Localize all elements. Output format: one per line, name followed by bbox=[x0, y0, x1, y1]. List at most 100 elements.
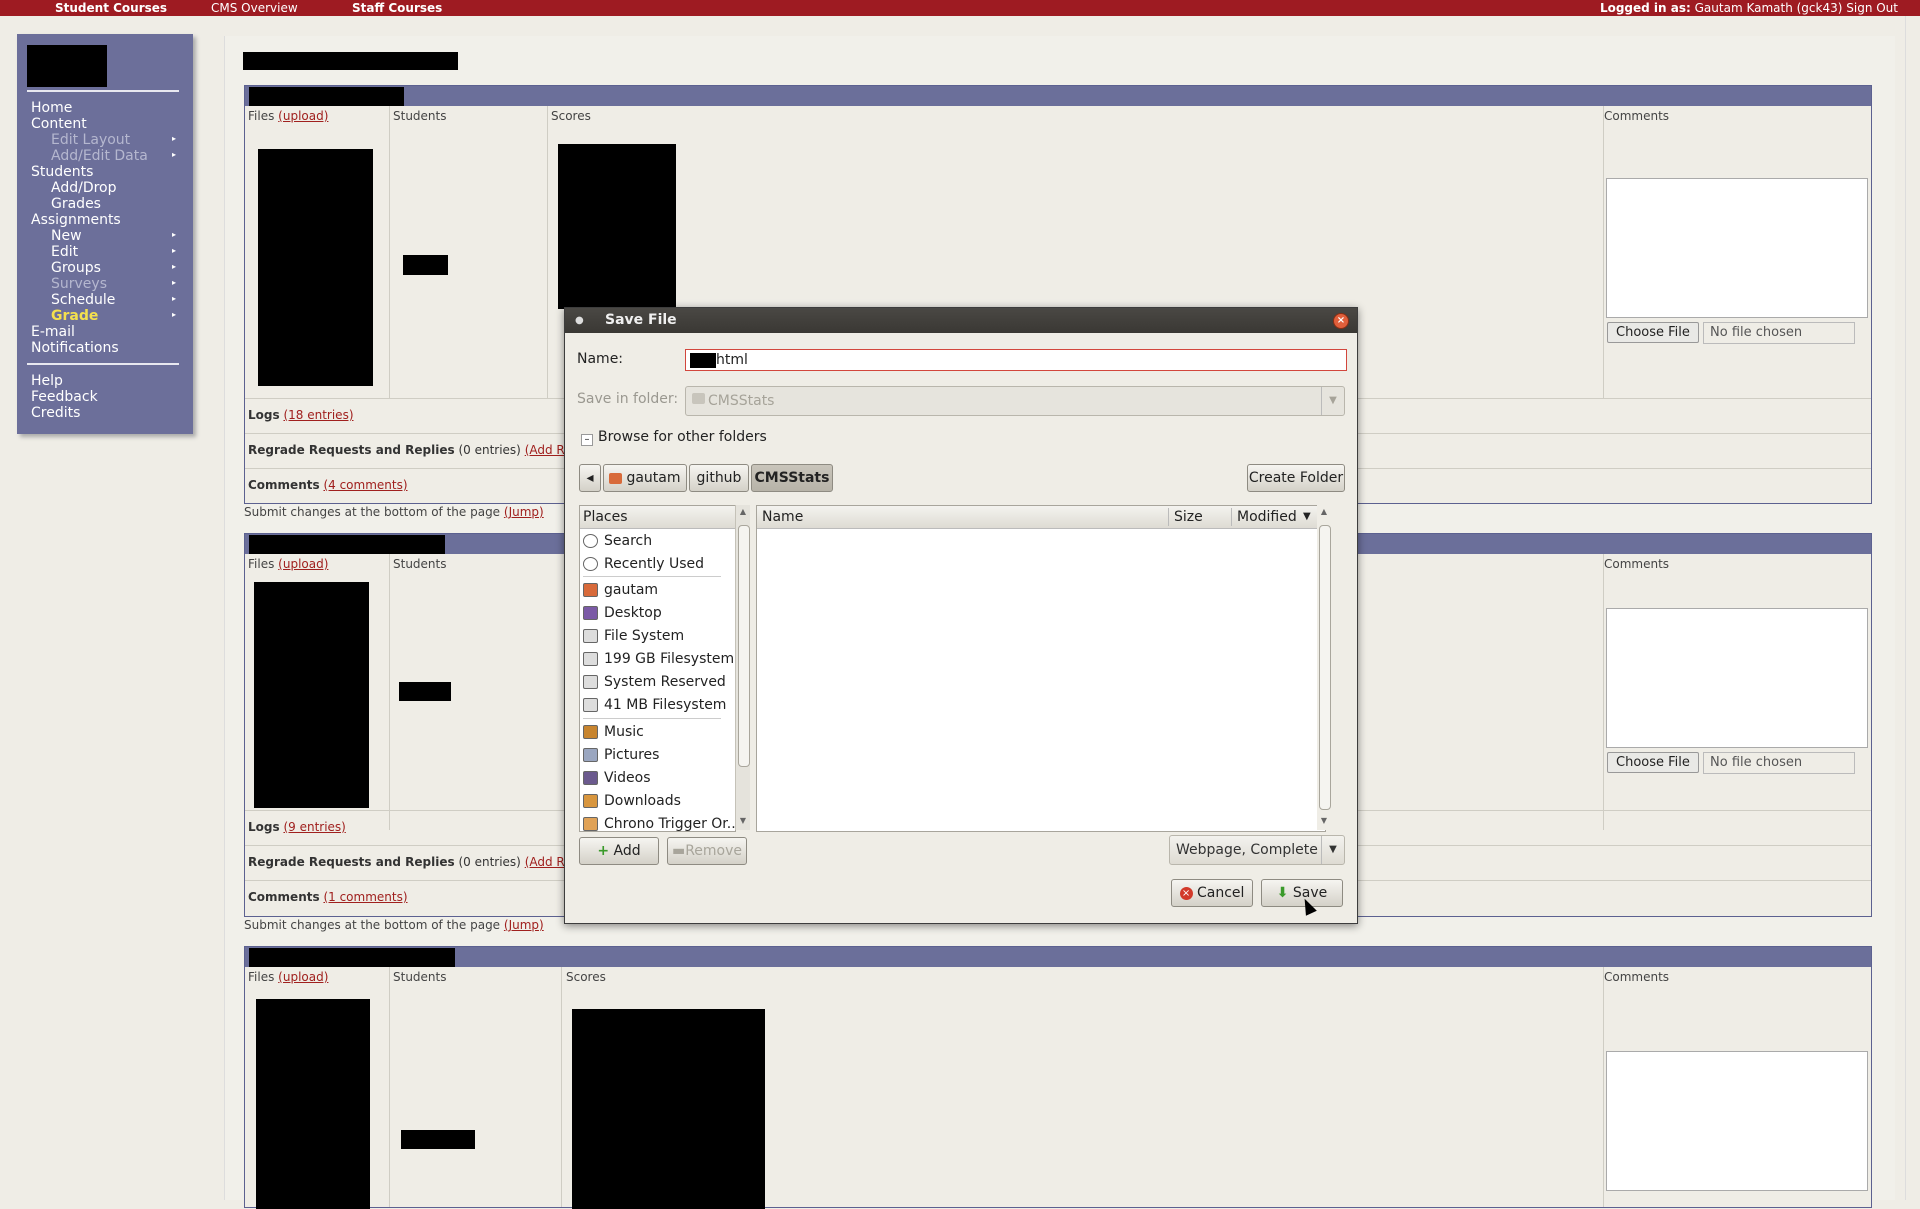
comment-textarea[interactable] bbox=[1606, 608, 1868, 748]
sidebar-item-students[interactable]: Students bbox=[31, 164, 93, 180]
place-199gb-filesystem[interactable]: 199 GB Filesystem bbox=[583, 649, 734, 669]
remove-place-button[interactable]: ▬Remove bbox=[667, 837, 747, 865]
file-list-scroll-thumb[interactable] bbox=[1319, 525, 1331, 810]
breadcrumb-github[interactable]: github bbox=[689, 464, 749, 492]
scroll-up-icon[interactable]: ▲ bbox=[736, 507, 750, 516]
places-header[interactable]: Places bbox=[580, 506, 735, 529]
place-41mb-filesystem[interactable]: 41 MB Filesystem bbox=[583, 695, 726, 715]
upload-link[interactable]: (upload) bbox=[278, 557, 328, 571]
sidebar-item-add-edit-data[interactable]: Add/Edit Data bbox=[51, 148, 148, 164]
sidebar-item-help[interactable]: Help bbox=[31, 373, 63, 389]
browse-expander-icon[interactable]: – bbox=[581, 434, 593, 446]
sidebar-item-home[interactable]: Home bbox=[31, 100, 72, 116]
drive-icon bbox=[583, 698, 598, 712]
name-column-header[interactable]: Name bbox=[762, 506, 803, 528]
sidebar-item-schedule[interactable]: Schedule bbox=[51, 292, 115, 308]
column-divider bbox=[1603, 967, 1604, 1207]
size-column-header[interactable]: Size bbox=[1174, 506, 1203, 528]
place-music[interactable]: Music bbox=[583, 722, 644, 742]
breadcrumb-cmsstats[interactable]: CMSStats bbox=[751, 464, 833, 492]
sidebar-item-email[interactable]: E-mail bbox=[31, 324, 75, 340]
place-gautam[interactable]: gautam bbox=[583, 580, 658, 600]
sidebar-divider bbox=[27, 90, 179, 92]
students-column-header: Students bbox=[393, 557, 447, 571]
page-scrollbar[interactable] bbox=[1905, 16, 1920, 1200]
downloads-folder-icon bbox=[583, 794, 598, 808]
upload-link[interactable]: (upload) bbox=[278, 109, 328, 123]
sidebar-item-new[interactable]: New bbox=[51, 228, 82, 244]
chevron-down-icon: ▼ bbox=[1321, 387, 1344, 415]
scroll-down-icon[interactable]: ▼ bbox=[736, 816, 750, 825]
sidebar-item-surveys[interactable]: Surveys bbox=[51, 276, 107, 292]
comment-file-input[interactable]: Choose File No file chosen bbox=[1607, 322, 1856, 344]
comments-count-link[interactable]: (4 comments) bbox=[323, 478, 407, 492]
add-place-button[interactable]: + Add bbox=[579, 837, 659, 865]
filename-input[interactable]: html bbox=[685, 349, 1347, 371]
nav-staff-courses[interactable]: Staff Courses bbox=[352, 0, 442, 16]
place-recently-used[interactable]: Recently Used bbox=[583, 554, 704, 574]
logs-label: Logs bbox=[248, 408, 280, 422]
comment-textarea[interactable] bbox=[1606, 1051, 1868, 1191]
breadcrumb-gautam[interactable]: gautam bbox=[603, 464, 687, 492]
places-scrollbar[interactable]: ▲ ▼ bbox=[735, 505, 750, 830]
save-in-folder-select[interactable]: CMSStats ▼ bbox=[685, 386, 1345, 416]
file-type-select[interactable]: Webpage, Complete ▼ bbox=[1169, 835, 1345, 865]
place-system-reserved[interactable]: System Reserved bbox=[583, 672, 726, 692]
place-chrono-trigger[interactable]: Chrono Trigger Or... bbox=[583, 814, 740, 831]
clock-icon bbox=[583, 557, 598, 571]
file-list-scrollbar[interactable]: ▲ ▼ bbox=[1317, 505, 1331, 830]
sidebar-item-grades[interactable]: Grades bbox=[51, 196, 101, 212]
nav-student-courses[interactable]: Student Courses bbox=[55, 0, 167, 16]
place-downloads[interactable]: Downloads bbox=[583, 791, 681, 811]
place-search[interactable]: Search bbox=[583, 531, 652, 551]
jump-link[interactable]: (Jump) bbox=[504, 505, 544, 519]
sidebar-item-assignments[interactable]: Assignments bbox=[31, 212, 121, 228]
places-scroll-thumb[interactable] bbox=[738, 525, 750, 767]
modified-column-header[interactable]: Modified bbox=[1237, 506, 1297, 528]
sidebar-item-add-drop[interactable]: Add/Drop bbox=[51, 180, 117, 196]
place-label: File System bbox=[604, 628, 685, 644]
submenu-arrow-icon: ▸ bbox=[172, 150, 177, 159]
comment-file-input[interactable]: Choose File No file chosen bbox=[1607, 752, 1856, 774]
dialog-title: Save File bbox=[605, 312, 677, 328]
comment-textarea[interactable] bbox=[1606, 178, 1868, 318]
breadcrumb-back-button[interactable]: ◂ bbox=[579, 464, 601, 492]
file-list[interactable]: Name Size Modified ▼ bbox=[756, 505, 1326, 832]
browse-folders-toggle[interactable]: Browse for other folders bbox=[598, 429, 767, 445]
cancel-label: Cancel bbox=[1197, 885, 1245, 901]
sign-out-link[interactable]: Sign Out bbox=[1846, 1, 1898, 15]
scroll-down-icon[interactable]: ▼ bbox=[1317, 816, 1331, 825]
close-icon[interactable]: × bbox=[1333, 313, 1349, 329]
place-pictures[interactable]: Pictures bbox=[583, 745, 659, 765]
dialog-titlebar[interactable]: ● Save File × bbox=[565, 308, 1357, 333]
window-menu-icon[interactable]: ● bbox=[575, 308, 584, 333]
sidebar-item-feedback[interactable]: Feedback bbox=[31, 389, 98, 405]
logs-count-link[interactable]: (18 entries) bbox=[283, 408, 353, 422]
cancel-button[interactable]: × Cancel bbox=[1171, 879, 1253, 907]
scroll-up-icon[interactable]: ▲ bbox=[1317, 507, 1331, 516]
place-videos[interactable]: Videos bbox=[583, 768, 651, 788]
place-file-system[interactable]: File System bbox=[583, 626, 684, 646]
sidebar-item-content[interactable]: Content bbox=[31, 116, 87, 132]
place-label: Videos bbox=[604, 770, 651, 786]
course-logo bbox=[27, 45, 107, 87]
sidebar-item-edit[interactable]: Edit bbox=[51, 244, 78, 260]
sidebar-item-grade[interactable]: Grade bbox=[51, 308, 98, 324]
choose-file-button[interactable]: Choose File bbox=[1607, 322, 1699, 343]
choose-file-button[interactable]: Choose File bbox=[1607, 752, 1699, 773]
logs-count-link[interactable]: (9 entries) bbox=[283, 820, 345, 834]
sidebar-item-edit-layout[interactable]: Edit Layout bbox=[51, 132, 130, 148]
nav-cms-overview[interactable]: CMS Overview bbox=[211, 0, 298, 16]
comments-count-link[interactable]: (1 comments) bbox=[323, 890, 407, 904]
sidebar-item-notifications[interactable]: Notifications bbox=[31, 340, 119, 356]
name-label: Name: bbox=[577, 351, 624, 367]
create-folder-button[interactable]: Create Folder bbox=[1247, 464, 1345, 492]
place-label: System Reserved bbox=[604, 674, 726, 690]
upload-link[interactable]: (upload) bbox=[278, 970, 328, 984]
sidebar-item-credits[interactable]: Credits bbox=[31, 405, 80, 421]
jump-link[interactable]: (Jump) bbox=[504, 918, 544, 932]
videos-folder-icon bbox=[583, 771, 598, 785]
sidebar-item-groups[interactable]: Groups bbox=[51, 260, 101, 276]
folder-icon bbox=[692, 393, 705, 404]
place-desktop[interactable]: Desktop bbox=[583, 603, 662, 623]
